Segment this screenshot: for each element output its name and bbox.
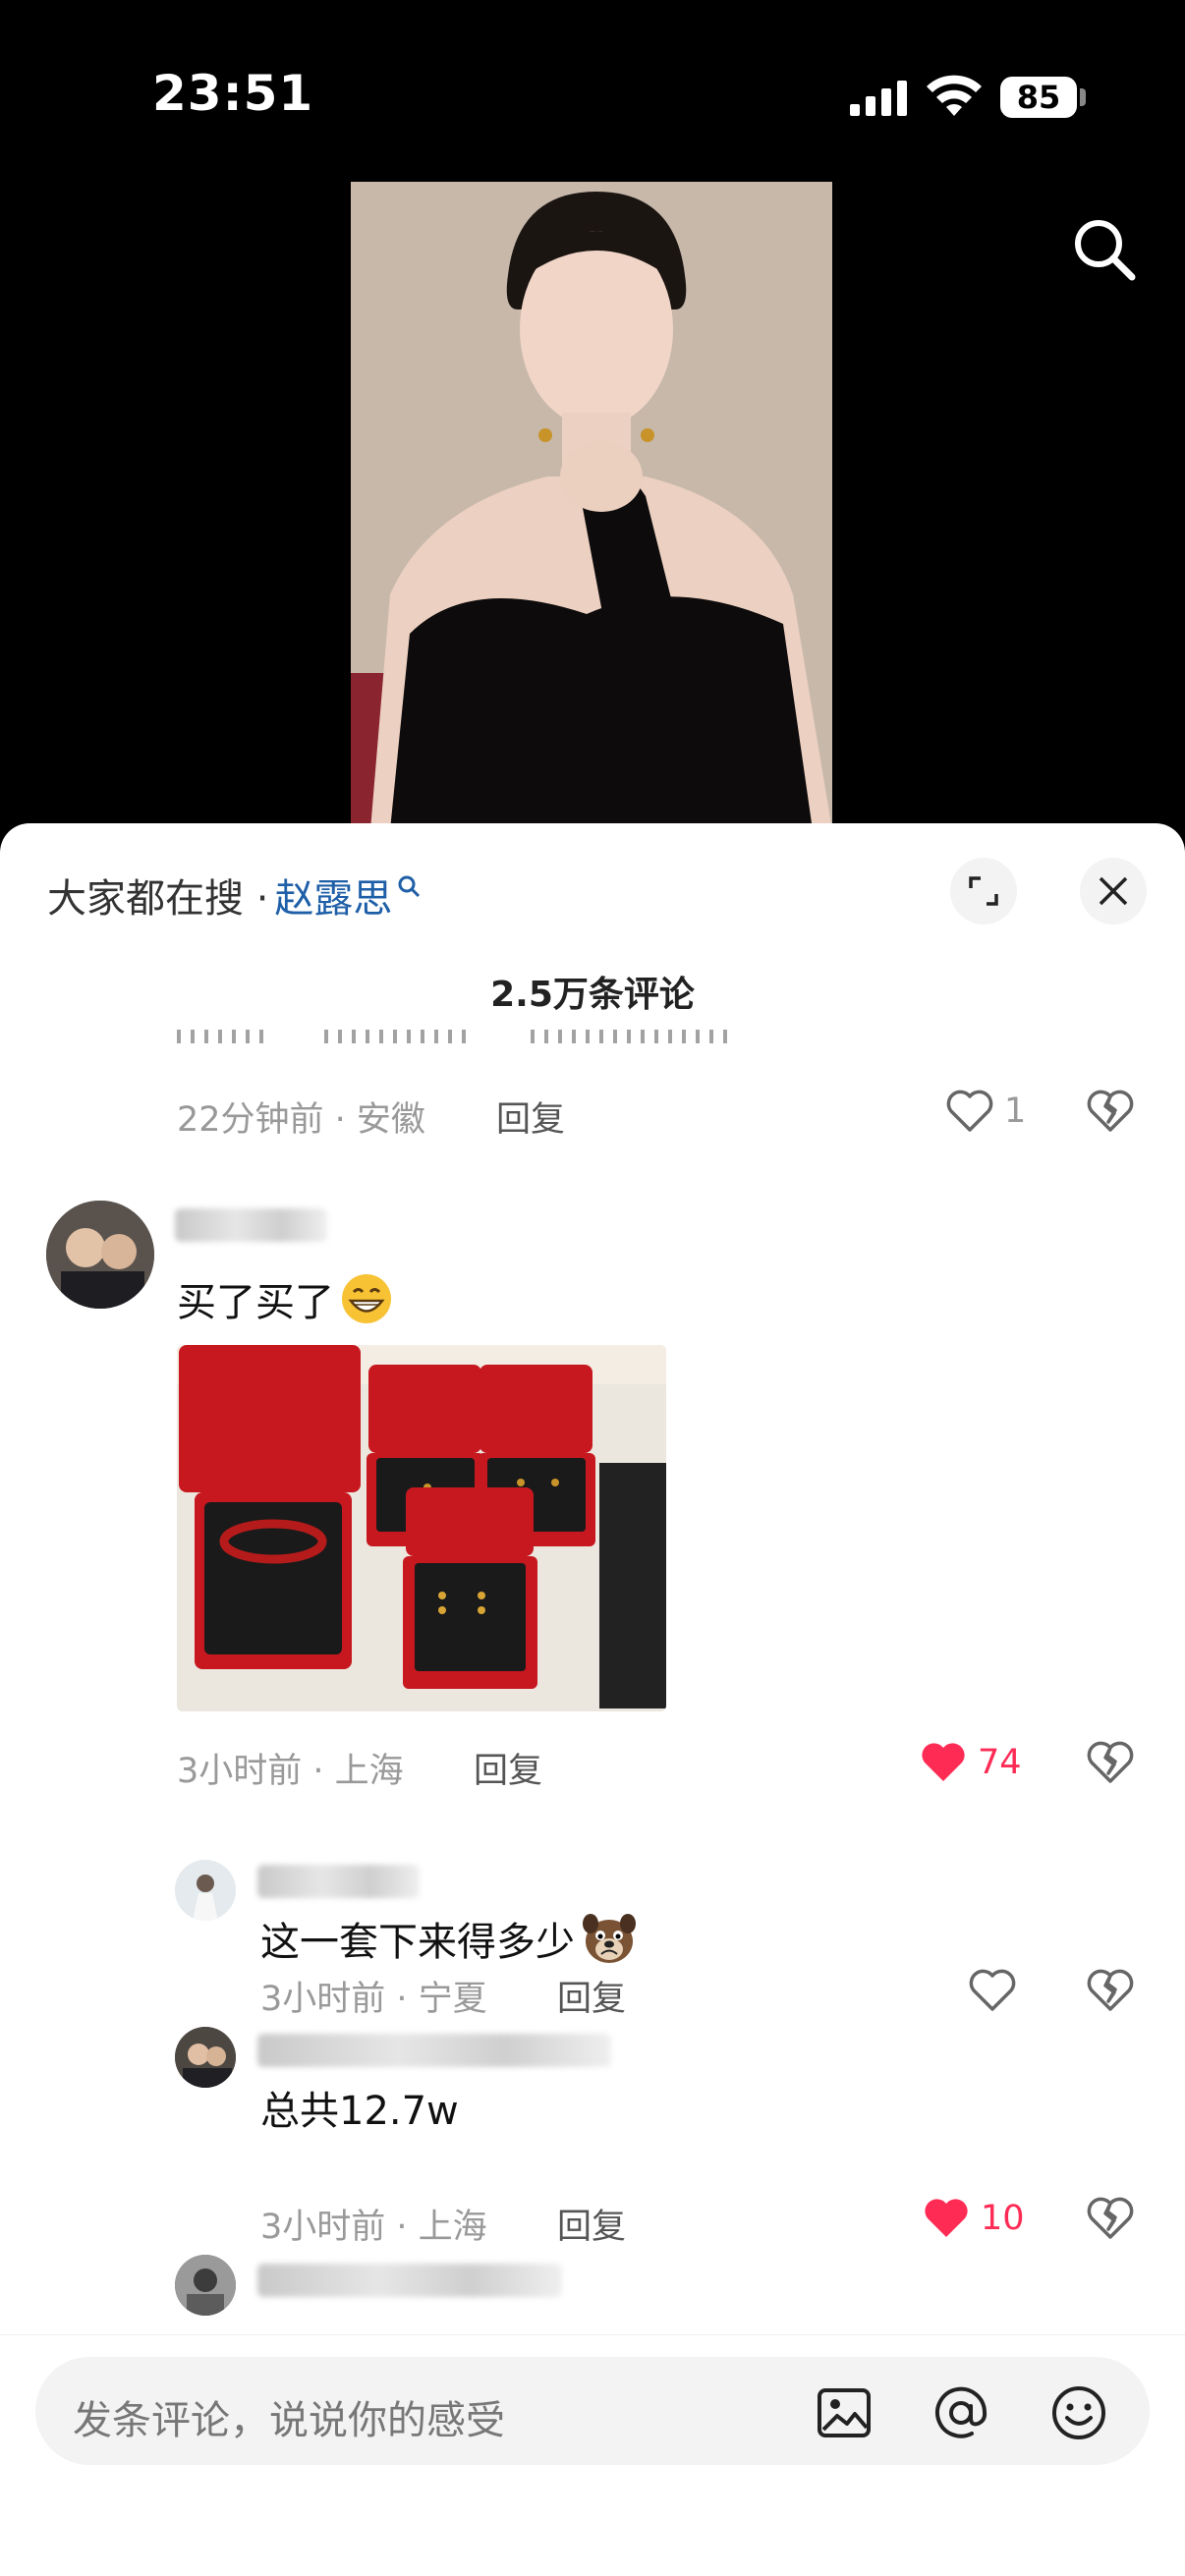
comment-image[interactable] [177, 1345, 666, 1711]
video-player[interactable] [351, 182, 832, 830]
reply-button[interactable]: 回复 [496, 1092, 565, 1142]
hot-search-term[interactable]: 赵露思 [274, 867, 392, 924]
like-button[interactable] [968, 1968, 1027, 2013]
heart-filled-icon [925, 2199, 968, 2237]
search-icon [398, 875, 421, 898]
broken-heart-icon[interactable] [1087, 1740, 1134, 1785]
emoji-icon[interactable] [1050, 2384, 1107, 2441]
avatar-photo [46, 1201, 154, 1309]
username-blurred [257, 1865, 420, 1898]
username-blurred [175, 1208, 327, 1242]
heart-outline-icon [946, 1090, 993, 1132]
reply-button[interactable]: 回复 [557, 2199, 626, 2249]
mention-icon[interactable] [932, 2384, 989, 2441]
image-icon[interactable] [816, 2384, 873, 2441]
reply-button[interactable]: 回复 [557, 1971, 626, 2021]
avatar-photo [175, 2027, 236, 2088]
close-button[interactable] [1080, 858, 1147, 924]
dog-emoji-icon [583, 1914, 636, 1963]
comment-body: 总共12.7w [260, 2089, 459, 2134]
broken-heart-icon[interactable] [1087, 1968, 1134, 2013]
avatar-photo [175, 1860, 236, 1921]
like-count: 10 [981, 2199, 1025, 2238]
comment-input-placeholder: 发条评论，说说你的感受 [73, 2398, 505, 2443]
expand-icon [969, 876, 998, 906]
expand-button[interactable] [950, 858, 1017, 924]
like-count: 74 [978, 1743, 1022, 1782]
video-still-image [351, 182, 832, 830]
avatar[interactable] [175, 2255, 236, 2316]
like-count: 1 [1004, 1092, 1027, 1131]
comment-body: 这一套下来得多少 [260, 1920, 575, 1965]
jewelry-boxes-photo [177, 1345, 666, 1711]
like-button[interactable]: 1 [945, 1089, 1026, 1134]
close-icon [1099, 876, 1128, 906]
heart-outline-icon [969, 1969, 1016, 2011]
avatar-photo [175, 2255, 236, 2316]
avatar[interactable] [175, 1860, 236, 1921]
hot-search-banner[interactable]: 大家都在搜 · 赵露思 [47, 867, 422, 924]
search-icon[interactable] [1069, 214, 1138, 283]
like-button[interactable]: 10 [922, 2196, 1025, 2241]
comment-text: 这一套下来得多少 [260, 1910, 638, 1967]
cellular-signal-icon [850, 81, 907, 116]
broken-heart-icon[interactable] [1087, 2196, 1134, 2241]
broken-heart-icon[interactable] [1087, 1089, 1134, 1134]
status-time: 23:51 [152, 65, 314, 122]
username-blurred [257, 2264, 562, 2297]
comment-time-location: 3小时前 · 宁夏 [260, 1980, 487, 2019]
avatar[interactable] [46, 1201, 154, 1309]
comment-text: 总共12.7w [260, 2079, 459, 2136]
status-bar: 23:51 85 [0, 0, 1185, 187]
hot-search-prefix: 大家都在搜 · [47, 876, 269, 922]
comment-sheet: 大家都在搜 · 赵露思 2.5万条评论 22分钟前 · 安徽 回复 1 买了买了… [0, 823, 1185, 2576]
username-blurred [257, 2034, 611, 2067]
comment-time-location: 22分钟前 · 安徽 [177, 1100, 425, 1140]
grin-emoji-icon [342, 1274, 391, 1323]
battery-indicator: 85 [1000, 77, 1077, 118]
battery-nub [1080, 88, 1086, 106]
comment-time-location: 3小时前 · 上海 [260, 2208, 487, 2247]
comment-input[interactable]: 发条评论，说说你的感受 [35, 2357, 1150, 2465]
comment-text: 买了买了 [177, 1270, 393, 1327]
comment-input-bar: 发条评论，说说你的感受 [0, 2334, 1185, 2576]
heart-filled-icon [922, 1743, 965, 1781]
reply-button[interactable]: 回复 [474, 1743, 542, 1793]
comment-count: 2.5万条评论 [490, 975, 695, 1015]
comment-time-location: 3小时前 · 上海 [177, 1752, 404, 1791]
truncated-comment-text [177, 1030, 884, 1043]
like-button[interactable]: 74 [919, 1740, 1022, 1785]
comment-body: 买了买了 [177, 1280, 334, 1325]
wifi-icon [927, 75, 982, 116]
avatar[interactable] [175, 2027, 236, 2088]
